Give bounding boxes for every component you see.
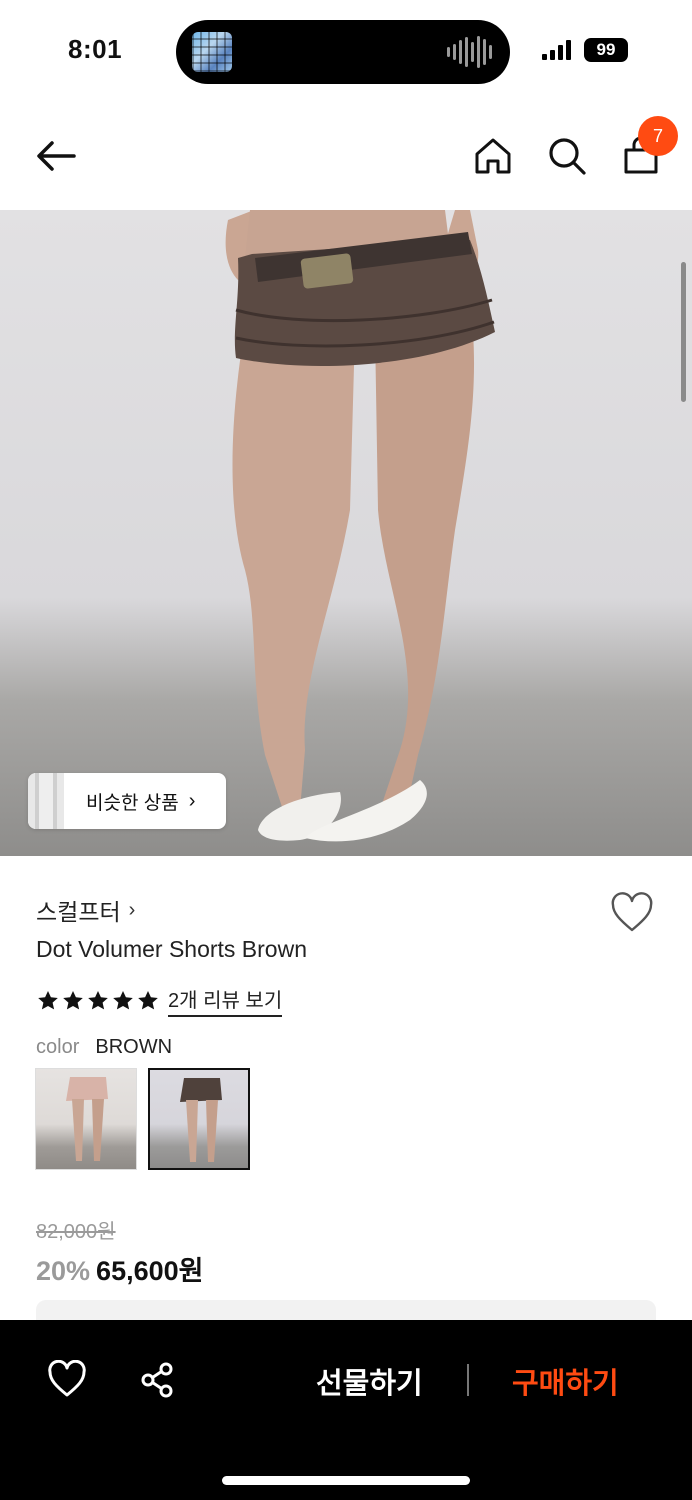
- discount-rate: 20%: [36, 1256, 91, 1286]
- chevron-right-icon: ›: [188, 789, 196, 812]
- share-icon[interactable]: [137, 1360, 177, 1400]
- review-link[interactable]: 2개 리뷰 보기: [168, 984, 283, 1017]
- status-bar: 8:01 99: [0, 0, 692, 100]
- price-row: 20% 65,600원: [36, 1249, 203, 1288]
- color-label: color: [36, 1036, 80, 1058]
- brand-name: 스컬프터: [36, 899, 121, 925]
- home-indicator: [222, 1476, 470, 1485]
- cart-count-badge: 7: [638, 116, 678, 156]
- rating-row: 2개 리뷰 보기: [36, 984, 283, 1017]
- gift-button[interactable]: 선물하기: [316, 1360, 423, 1402]
- star-icon: [38, 990, 58, 1009]
- product-image[interactable]: [0, 210, 692, 856]
- similar-products-thumbnail: [28, 773, 64, 829]
- star-icon: [88, 990, 108, 1009]
- wishlist-heart-icon[interactable]: [610, 892, 654, 934]
- buy-button[interactable]: 구매하기: [512, 1360, 619, 1402]
- dynamic-island: [176, 20, 510, 84]
- search-icon[interactable]: [543, 132, 591, 180]
- star-icon: [113, 990, 133, 1009]
- battery-indicator: 99: [584, 38, 628, 62]
- star-icon: [138, 990, 158, 1009]
- cellular-signal-icon: [542, 40, 571, 60]
- audio-wave-icon: [447, 36, 492, 68]
- now-playing-artwork: [192, 32, 232, 72]
- brand-link[interactable]: 스컬프터 ›: [36, 893, 135, 927]
- product-photo-illustration: [225, 210, 495, 842]
- rating-stars: [36, 989, 160, 1013]
- color-row: color BROWN: [36, 1036, 172, 1059]
- heart-icon[interactable]: [47, 1360, 87, 1400]
- chevron-right-icon: ›: [128, 898, 136, 921]
- original-price: 82,000원: [36, 1221, 116, 1243]
- color-swatch-pink[interactable]: [35, 1068, 137, 1170]
- bottom-action-bar: 선물하기 구매하기: [0, 1320, 692, 1500]
- button-divider: [467, 1364, 469, 1396]
- top-navigation: [0, 110, 692, 206]
- home-icon[interactable]: [469, 132, 517, 180]
- color-value: BROWN: [95, 1036, 173, 1058]
- color-swatch-brown[interactable]: [148, 1068, 250, 1170]
- product-name: Dot Volumer Shorts Brown: [36, 936, 308, 962]
- star-icon: [63, 990, 83, 1009]
- similar-products-button[interactable]: 비슷한 상품 ›: [28, 773, 226, 829]
- sale-price: 65,600원: [96, 1256, 204, 1286]
- back-arrow-icon[interactable]: [32, 132, 80, 180]
- similar-products-label: 비슷한 상품: [86, 792, 179, 814]
- image-scroll-indicator: [681, 262, 686, 402]
- status-time: 8:01: [68, 34, 123, 64]
